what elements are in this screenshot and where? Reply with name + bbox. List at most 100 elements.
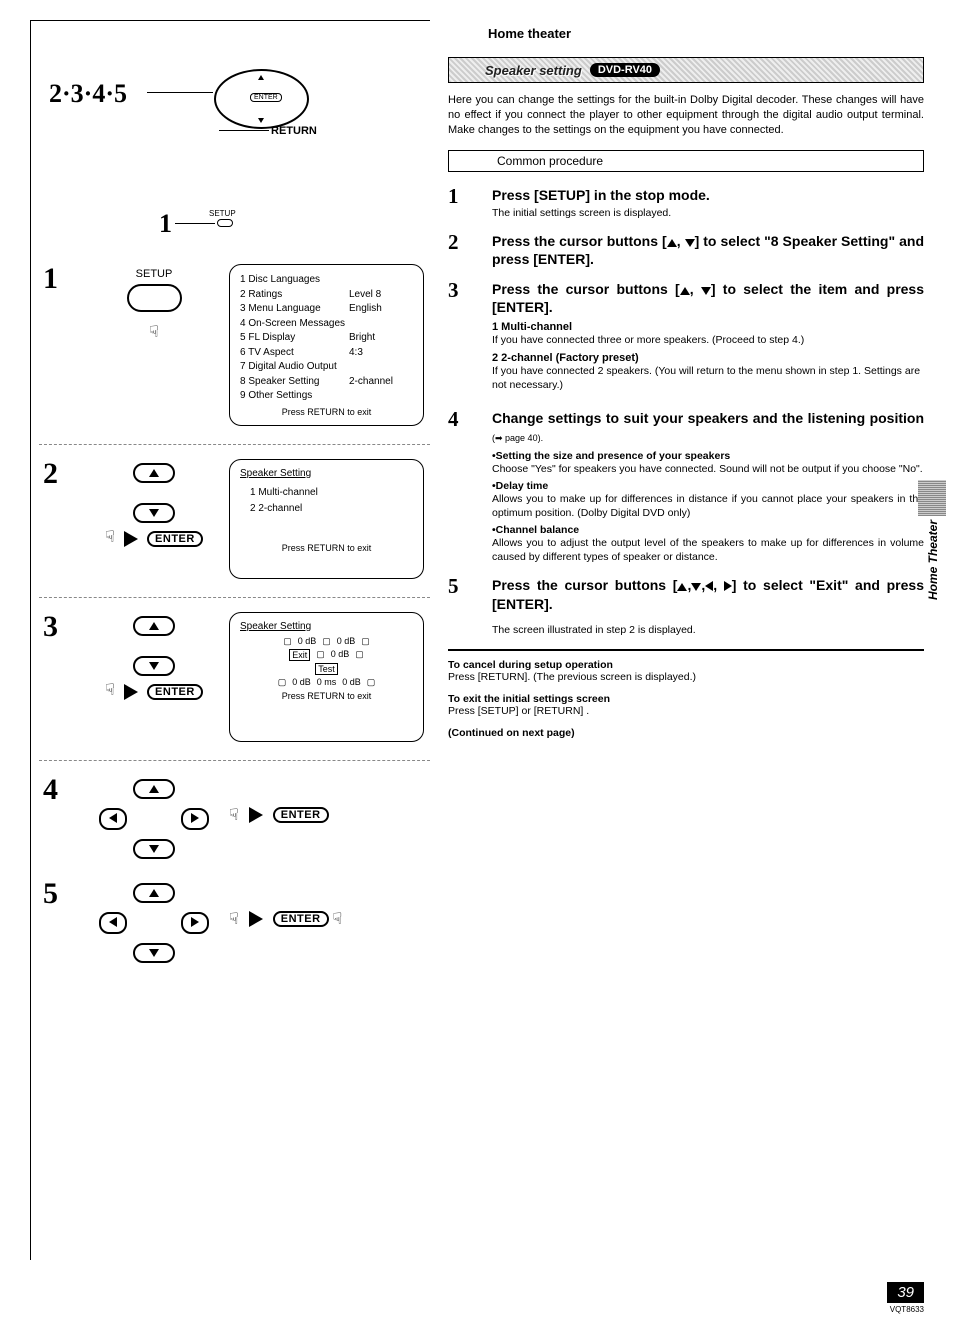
- cancel-heading: To cancel during setup operation: [448, 659, 924, 671]
- step-number: 5: [448, 576, 492, 637]
- up-arrow-icon: [677, 583, 687, 591]
- connector-line: [175, 223, 215, 224]
- menu-item: 7 Digital Audio Output: [240, 360, 413, 375]
- cursor-left-icon: [99, 808, 127, 830]
- return-to-exit: Press RETURN to exit: [240, 691, 413, 701]
- cursor-right-icon: [181, 912, 209, 934]
- cursor-up-icon: [133, 463, 175, 483]
- speaker-icon: ▢: [278, 677, 287, 688]
- cursor-down-icon: [133, 656, 175, 676]
- cursor-up-icon: [133, 779, 175, 799]
- cursor-left-icon: [99, 912, 127, 934]
- center-speaker-icon: ▢: [316, 649, 325, 661]
- enter-button-label: ENTER: [147, 684, 203, 700]
- illustration-step-5: 5 ☟ ENTER ☟: [39, 879, 430, 963]
- bullet-heading: •Setting the size and presence of your s…: [492, 450, 924, 462]
- left-illustration-column: 2·3·4·5 ENTER RETURN 1 SETUP 1 SETUP ☟: [30, 20, 430, 1260]
- enter-button-label: ENTER: [273, 911, 329, 927]
- dpad-icon: [99, 883, 209, 963]
- setup-button-icon: [217, 219, 233, 227]
- right-arrow-icon: [724, 581, 732, 591]
- cursor-down-icon: [133, 503, 175, 523]
- setup-tiny-label: SETUP: [209, 209, 236, 218]
- bullet-heading: •Channel balance: [492, 524, 924, 536]
- document-code: VQT8633: [887, 1305, 924, 1314]
- hand-press-icon: ☟: [333, 909, 343, 929]
- enter-button-label: ENTER: [273, 807, 329, 823]
- setup-label: SETUP: [127, 268, 182, 280]
- instruction-step-4: 4 Change settings to suit your speakers …: [448, 409, 924, 564]
- step-subtitle: The initial settings screen is displayed…: [492, 206, 924, 220]
- setup-button-icon: [127, 284, 182, 312]
- arrow-right-icon: [249, 807, 263, 823]
- cursor-down-icon: [133, 943, 175, 963]
- step-number: 2: [448, 232, 492, 268]
- illustration-step-1: 1 SETUP ☟ 1 Disc Languages2 RatingsLevel…: [39, 264, 430, 426]
- menu-item: 4 On-Screen Messages: [240, 317, 413, 332]
- remote-diagram: 2·3·4·5 ENTER RETURN 1 SETUP: [39, 29, 430, 224]
- menu-item-label: 8 Speaker Setting: [240, 375, 349, 390]
- bullet-desc: Allows you to adjust the output level of…: [492, 536, 924, 564]
- menu-item: 8 Speaker Setting2-channel: [240, 375, 413, 390]
- divider: [39, 760, 430, 761]
- divider: [39, 444, 430, 445]
- return-label: RETURN: [271, 125, 317, 137]
- menu-item-label: 2 Ratings: [240, 288, 349, 303]
- arrow-right-icon: [124, 684, 138, 700]
- instruction-step-5: 5 Press the cursor buttons [,,, ] to sel…: [448, 576, 924, 637]
- option-desc: If you have connected three or more spea…: [492, 333, 924, 347]
- db-value: 0 dB: [331, 649, 350, 661]
- option-multichannel: 1 Multi-channel: [250, 485, 413, 501]
- up-arrow-icon: [680, 287, 690, 295]
- divider: [39, 597, 430, 598]
- common-procedure-box: Common procedure: [448, 150, 924, 172]
- arrow-right-icon: [249, 911, 263, 927]
- db-value: 0 dB: [342, 677, 361, 688]
- step-number: 4: [448, 409, 492, 564]
- speaker-icon: ▢: [367, 677, 376, 688]
- menu-item-label: 1 Disc Languages: [240, 273, 349, 288]
- menu-item-label: 6 TV Aspect: [240, 346, 349, 361]
- step-number: 5: [39, 879, 79, 909]
- step-title: Press the cursor buttons [, ] to select …: [492, 232, 924, 268]
- test-button: Test: [315, 663, 338, 675]
- arrow-right-icon: [124, 531, 138, 547]
- page-footer: 39 VQT8633: [887, 1282, 924, 1314]
- exit-heading: To exit the initial settings screen: [448, 693, 924, 705]
- left-arrow-icon: [705, 581, 713, 591]
- steps-2345-label: 2·3·4·5: [49, 79, 127, 109]
- dpad-icon: [99, 463, 209, 523]
- step-title: Press [SETUP] in the stop mode.: [492, 186, 924, 204]
- step-label-1: 1: [159, 209, 172, 239]
- connector-line: [147, 92, 213, 93]
- menu-item-value: Bright: [349, 331, 413, 346]
- cursor-right-icon: [181, 808, 209, 830]
- speaker-setting-panel: Speaker Setting 1 Multi-channel 2 2-chan…: [229, 459, 424, 579]
- option-2channel: 2 2-channel: [250, 501, 413, 517]
- speaker-setting-banner: Speaker setting DVD-RV40: [448, 57, 924, 83]
- connector-line: [219, 130, 269, 131]
- menu-item-label: 5 FL Display: [240, 331, 349, 346]
- menu-item-value: [349, 317, 413, 332]
- return-to-exit: Press RETURN to exit: [240, 407, 413, 417]
- speaker-icon: ▢: [322, 636, 331, 647]
- banner-title: Speaker setting: [485, 63, 582, 78]
- step-number: 1: [448, 186, 492, 220]
- menu-item-value: [349, 389, 413, 404]
- step-title: Change settings to suit your speakers an…: [492, 409, 924, 445]
- bullet-desc: Allows you to make up for differences in…: [492, 492, 924, 520]
- db-value: 0 dB: [298, 636, 317, 647]
- step-subtitle: The screen illustrated in step 2 is disp…: [492, 623, 924, 637]
- option-title: 1 Multi-channel: [492, 321, 924, 333]
- cancel-desc: Press [RETURN]. (The previous screen is …: [448, 671, 924, 683]
- menu-item-value: English: [349, 302, 413, 317]
- panel-title: Speaker Setting: [240, 468, 413, 479]
- menu-item-label: 9 Other Settings: [240, 389, 349, 404]
- db-value: 0 dB: [292, 677, 311, 688]
- continued-text: (Continued on next page): [448, 727, 924, 739]
- page-reference: (➡ page 40).: [492, 433, 543, 443]
- step-number: 3: [448, 280, 492, 397]
- step-number: 4: [39, 775, 79, 805]
- illustration-step-4: 4 ☟ ENTER: [39, 775, 430, 859]
- cursor-down-icon: [133, 839, 175, 859]
